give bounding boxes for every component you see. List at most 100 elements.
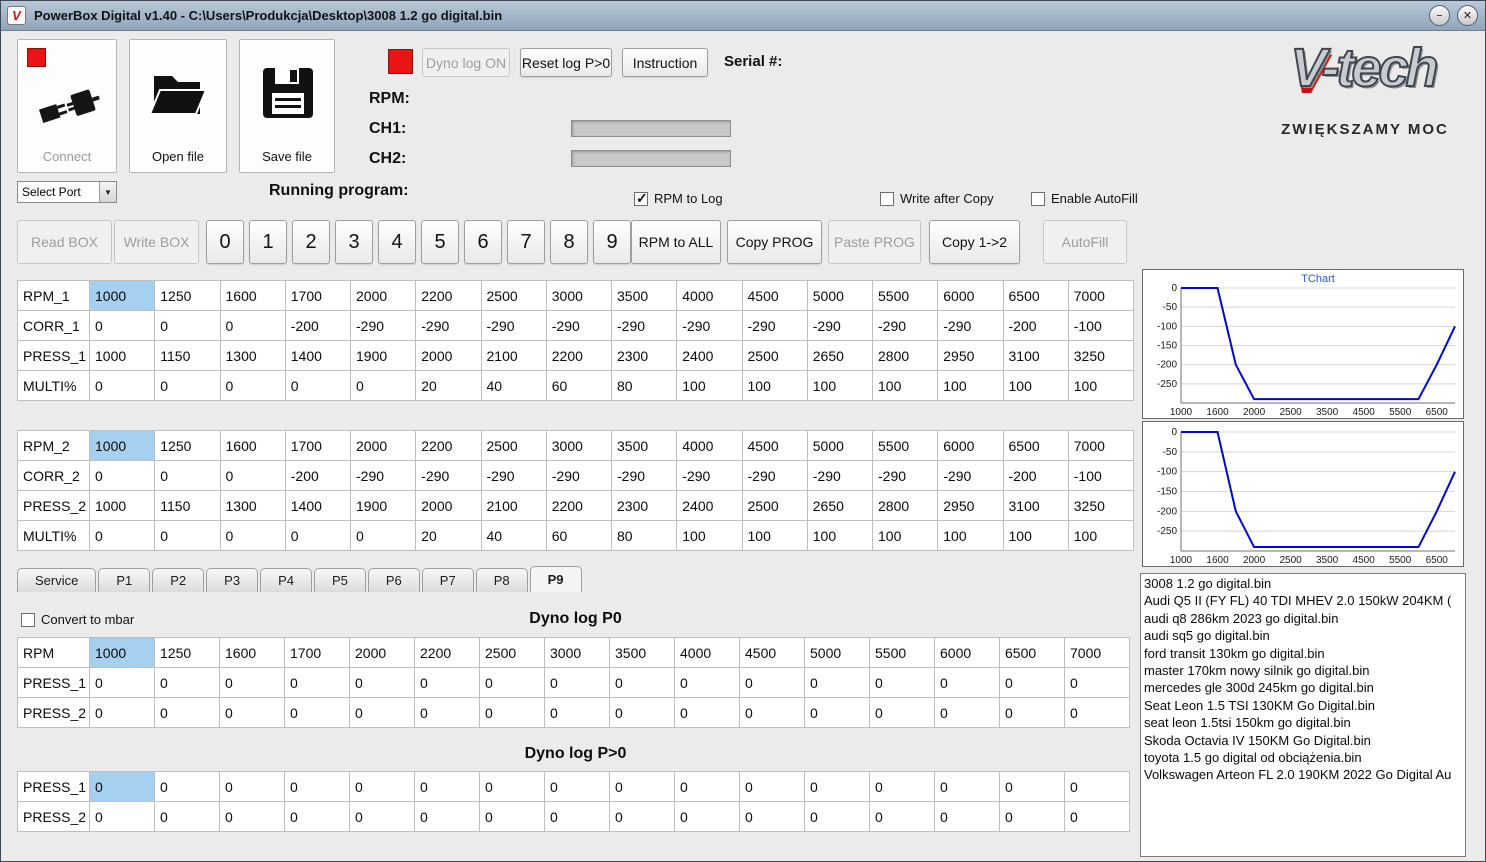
cell[interactable]: 0 (154, 667, 220, 698)
cell[interactable]: 0 (479, 697, 545, 728)
cell[interactable]: 2200 (414, 637, 480, 668)
cell[interactable]: 1150 (154, 490, 221, 521)
tab-p3[interactable]: P3 (206, 568, 259, 592)
copy-1-2-button[interactable]: Copy 1->2 (929, 220, 1020, 264)
cell[interactable]: 0 (479, 801, 545, 832)
cell[interactable]: 20 (415, 520, 482, 551)
file-list-item[interactable]: audi sq5 go digital.bin (1141, 627, 1465, 644)
digit-button-4[interactable]: 4 (378, 220, 416, 264)
cell[interactable]: 0 (154, 460, 221, 491)
rpm-to-all-button[interactable]: RPM to ALL (631, 220, 721, 264)
save-file-button[interactable]: Save file (239, 39, 335, 173)
cell[interactable]: 5000 (806, 280, 874, 311)
cell[interactable]: 0 (999, 771, 1065, 802)
cell[interactable]: 1400 (284, 490, 352, 521)
cell[interactable]: 0 (1064, 667, 1130, 698)
digit-button-5[interactable]: 5 (421, 220, 459, 264)
file-list-item[interactable]: mercedes gle 300d 245km go digital.bin (1141, 679, 1465, 696)
cell[interactable]: -290 (676, 310, 743, 341)
cell[interactable]: -200 (284, 310, 352, 341)
cell[interactable]: 0 (219, 370, 286, 401)
digit-button-0[interactable]: 0 (206, 220, 244, 264)
cell[interactable]: 40 (480, 520, 547, 551)
enable-autofill-checkbox[interactable]: Enable AutoFill (1031, 191, 1138, 206)
write-box-button[interactable]: Write BOX (114, 220, 199, 264)
cell[interactable]: 0 (544, 697, 610, 728)
cell[interactable]: 5000 (804, 637, 870, 668)
cell[interactable]: -290 (610, 310, 678, 341)
cell[interactable]: 2000 (415, 490, 482, 521)
cell[interactable]: 0 (804, 771, 870, 802)
cell[interactable]: -290 (480, 310, 547, 341)
cell[interactable]: 0 (869, 667, 935, 698)
cell[interactable]: 4500 (741, 280, 808, 311)
cell[interactable]: 0 (1064, 771, 1130, 802)
cell[interactable]: 0 (609, 697, 675, 728)
cell[interactable]: 0 (88, 310, 156, 341)
cell[interactable]: -200 (1002, 310, 1069, 341)
cell[interactable]: 0 (349, 370, 417, 401)
cell[interactable]: 0 (739, 771, 805, 802)
cell[interactable]: 0 (349, 771, 415, 802)
close-button[interactable]: ✕ (1457, 5, 1478, 26)
cell[interactable]: 6500 (1002, 280, 1069, 311)
cell[interactable]: 2800 (871, 340, 939, 371)
cell[interactable]: -100 (1067, 310, 1135, 341)
cell[interactable]: 3250 (1067, 340, 1135, 371)
cell[interactable]: 2200 (545, 340, 613, 371)
cell[interactable]: 2500 (479, 637, 545, 668)
cell[interactable]: 2800 (871, 490, 939, 521)
cell[interactable]: 4000 (676, 280, 743, 311)
cell[interactable]: 3000 (545, 430, 613, 461)
cell[interactable]: 0 (88, 520, 156, 551)
connect-button[interactable]: Connect (17, 39, 117, 173)
cell[interactable]: 0 (934, 771, 1000, 802)
cell[interactable]: 6500 (999, 637, 1065, 668)
cell[interactable]: -100 (1067, 460, 1135, 491)
file-list-item[interactable]: seat leon 1.5tsi 150km go digital.bin (1141, 714, 1465, 731)
select-port-dropdown[interactable]: Select Port (17, 181, 117, 203)
file-list-item[interactable]: Audi Q5 II (FY FL) 40 TDI MHEV 2.0 150kW… (1141, 592, 1465, 609)
cell[interactable]: 0 (219, 310, 286, 341)
digit-button-1[interactable]: 1 (249, 220, 287, 264)
cell[interactable]: 0 (869, 801, 935, 832)
cell[interactable]: 0 (1064, 801, 1130, 832)
dropdown-arrow-icon[interactable] (99, 182, 116, 202)
cell[interactable]: 4000 (674, 637, 740, 668)
cell[interactable]: 0 (219, 801, 285, 832)
cell[interactable]: 0 (154, 520, 221, 551)
cell[interactable]: 100 (676, 520, 743, 551)
autofill-button[interactable]: AutoFill (1043, 220, 1127, 264)
cell[interactable]: 2400 (676, 340, 743, 371)
cell[interactable]: 0 (609, 801, 675, 832)
cell[interactable]: 100 (806, 520, 874, 551)
digit-button-2[interactable]: 2 (292, 220, 330, 264)
cell[interactable]: 0 (284, 801, 350, 832)
cell[interactable]: 100 (871, 370, 939, 401)
cell[interactable]: 4000 (676, 430, 743, 461)
cell[interactable]: 0 (89, 801, 155, 832)
cell[interactable]: 7000 (1067, 280, 1135, 311)
cell[interactable]: 0 (154, 697, 220, 728)
cell[interactable]: 3500 (610, 430, 678, 461)
cell[interactable]: -290 (871, 460, 939, 491)
cell[interactable]: 0 (934, 697, 1000, 728)
cell[interactable]: 1000 (88, 430, 156, 461)
cell[interactable]: 1600 (219, 430, 286, 461)
cell[interactable]: -290 (480, 460, 547, 491)
cell[interactable]: 0 (414, 771, 480, 802)
cell[interactable]: 0 (544, 667, 610, 698)
cell[interactable]: 0 (544, 771, 610, 802)
cell[interactable]: 0 (739, 801, 805, 832)
cell[interactable]: -290 (349, 460, 417, 491)
cell[interactable]: 100 (1067, 370, 1135, 401)
cell[interactable]: 1250 (154, 637, 220, 668)
tab-p1[interactable]: P1 (98, 568, 151, 592)
cell[interactable]: 0 (154, 801, 220, 832)
cell[interactable]: 2100 (480, 340, 547, 371)
cell[interactable]: 2000 (349, 280, 417, 311)
cell[interactable]: 100 (741, 520, 808, 551)
cell[interactable]: 0 (674, 697, 740, 728)
cell[interactable]: 2650 (806, 490, 874, 521)
cell[interactable]: 0 (674, 771, 740, 802)
